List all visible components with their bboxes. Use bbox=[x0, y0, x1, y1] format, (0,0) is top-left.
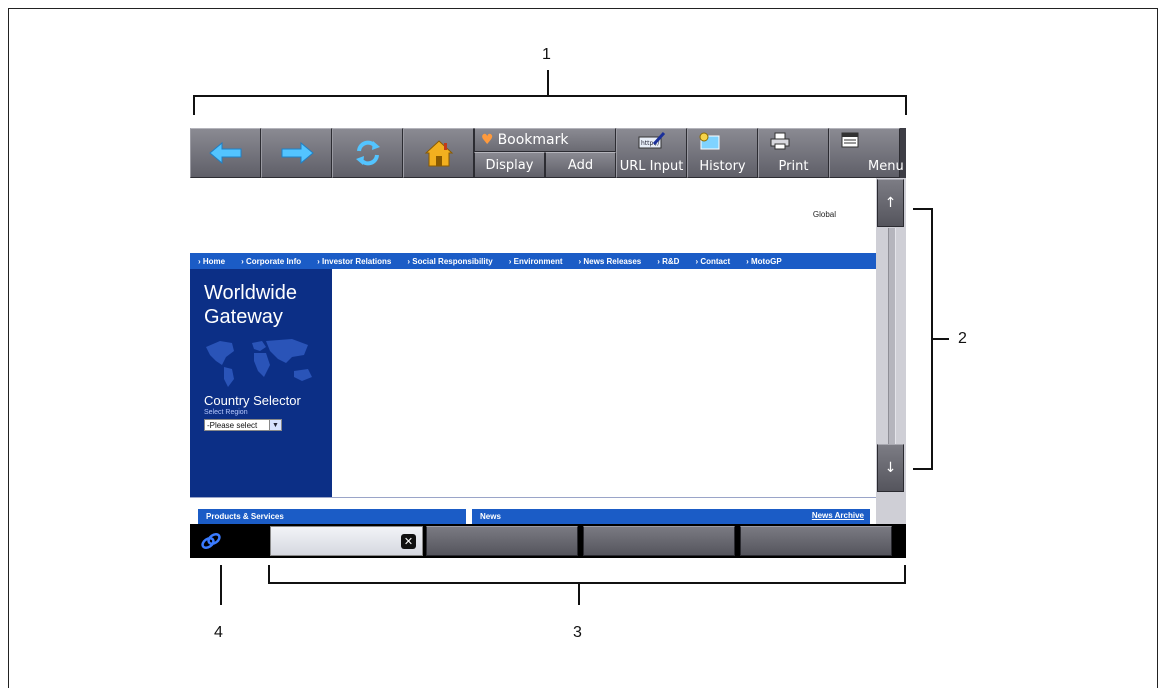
back-arrow-icon bbox=[208, 141, 241, 165]
close-icon[interactable]: ✕ bbox=[401, 534, 416, 549]
bookmark-label: Bookmark bbox=[497, 132, 569, 148]
nav-link-home[interactable]: › Home bbox=[190, 257, 233, 266]
history-icon bbox=[698, 132, 720, 154]
callout-3-leader bbox=[578, 583, 580, 605]
menu-button[interactable]: Menu bbox=[829, 128, 904, 178]
browser-screen: ♥ Bookmark Display Add http:// URL Input bbox=[190, 128, 906, 558]
nav-link-motogp[interactable]: › MotoGP bbox=[738, 257, 790, 266]
world-map-image bbox=[206, 339, 312, 387]
news-label: News bbox=[480, 512, 501, 521]
printer-icon bbox=[770, 132, 790, 154]
tab-3[interactable] bbox=[583, 526, 735, 556]
url-input-button[interactable]: http:// URL Input bbox=[616, 128, 687, 178]
menu-icon bbox=[841, 132, 861, 154]
region-select[interactable]: -Please select ▼ bbox=[204, 419, 282, 431]
callout-1-bracket bbox=[193, 95, 907, 115]
nav-link-social-responsibility[interactable]: › Social Responsibility bbox=[399, 257, 500, 266]
bookmark-group: ♥ Bookmark Display Add bbox=[474, 128, 616, 178]
callout-2-leader bbox=[931, 338, 949, 340]
nav-link-corporate-info[interactable]: › Corporate Info bbox=[233, 257, 309, 266]
home-button[interactable] bbox=[403, 128, 474, 178]
callout-4-number: 4 bbox=[214, 624, 223, 641]
nav-link-contact[interactable]: › Contact bbox=[687, 257, 738, 266]
callout-2-number: 2 bbox=[958, 330, 967, 347]
heart-icon: ♥ bbox=[481, 132, 494, 148]
url-input-label: URL Input bbox=[619, 159, 684, 174]
chevron-down-icon: ▼ bbox=[269, 420, 281, 430]
window-tab-bar: ✕ bbox=[190, 524, 906, 558]
history-label: History bbox=[699, 159, 746, 174]
news-archive-link[interactable]: News Archive bbox=[812, 511, 864, 520]
scroll-up-button[interactable]: ↑ bbox=[877, 179, 904, 227]
bookmark-display-button[interactable]: Display bbox=[474, 152, 545, 178]
scrollbar-track[interactable] bbox=[888, 228, 896, 444]
back-button[interactable] bbox=[190, 128, 261, 178]
callout-2-bracket bbox=[913, 208, 933, 470]
home-icon bbox=[424, 140, 453, 167]
web-content[interactable]: Global › Home › Corporate Info › Investo… bbox=[190, 178, 876, 524]
products-services-header: Products & Services bbox=[198, 509, 466, 524]
forward-arrow-icon bbox=[281, 141, 314, 165]
refresh-button[interactable] bbox=[332, 128, 403, 178]
tab-4[interactable] bbox=[740, 526, 892, 556]
gateway-title-line2: Gateway bbox=[204, 306, 283, 328]
site-nav-bar: › Home › Corporate Info › Investor Relat… bbox=[190, 253, 876, 269]
print-button[interactable]: Print bbox=[758, 128, 829, 178]
history-button[interactable]: History bbox=[687, 128, 758, 178]
scroll-down-button[interactable]: ↓ bbox=[877, 444, 904, 492]
arrow-up-icon: ↑ bbox=[884, 195, 897, 211]
tab-1-active[interactable]: ✕ bbox=[270, 526, 423, 556]
region-select-value: -Please select bbox=[207, 420, 258, 430]
global-link[interactable]: Global bbox=[813, 210, 836, 219]
print-label: Print bbox=[778, 159, 809, 174]
arrow-down-icon: ↓ bbox=[884, 460, 897, 476]
refresh-icon bbox=[355, 140, 380, 166]
forward-button[interactable] bbox=[261, 128, 332, 178]
nav-link-investor-relations[interactable]: › Investor Relations bbox=[309, 257, 399, 266]
gateway-title: Worldwide Gateway bbox=[204, 281, 297, 329]
worldwide-gateway-panel: Worldwide Gateway Country Selector Selec… bbox=[190, 269, 332, 497]
nav-link-news-releases[interactable]: › News Releases bbox=[571, 257, 650, 266]
link-icon[interactable] bbox=[200, 530, 222, 552]
callout-4-leader bbox=[220, 565, 222, 605]
browser-toolbar: ♥ Bookmark Display Add http:// URL Input bbox=[190, 128, 906, 178]
bookmark-header: ♥ Bookmark bbox=[474, 128, 616, 152]
menu-label: Menu bbox=[868, 159, 904, 174]
gateway-title-line1: Worldwide bbox=[204, 282, 297, 304]
products-services-label: Products & Services bbox=[206, 512, 284, 521]
callout-1-number: 1 bbox=[542, 46, 551, 63]
select-region-label: Select Region bbox=[204, 409, 248, 416]
nav-link-rd[interactable]: › R&D bbox=[649, 257, 687, 266]
country-selector-title: Country Selector bbox=[204, 393, 301, 408]
url-input-icon: http:// bbox=[638, 131, 666, 154]
news-header: News News Archive bbox=[472, 509, 870, 524]
callout-3-number: 3 bbox=[573, 624, 582, 641]
callout-1-leader bbox=[547, 70, 549, 95]
vertical-scrollbar[interactable]: ↑ ↓ bbox=[876, 178, 906, 524]
bookmark-add-button[interactable]: Add bbox=[545, 152, 616, 178]
tab-2[interactable] bbox=[426, 526, 578, 556]
nav-link-environment[interactable]: › Environment bbox=[501, 257, 571, 266]
content-divider bbox=[190, 497, 876, 498]
callout-3-bracket bbox=[268, 565, 906, 584]
